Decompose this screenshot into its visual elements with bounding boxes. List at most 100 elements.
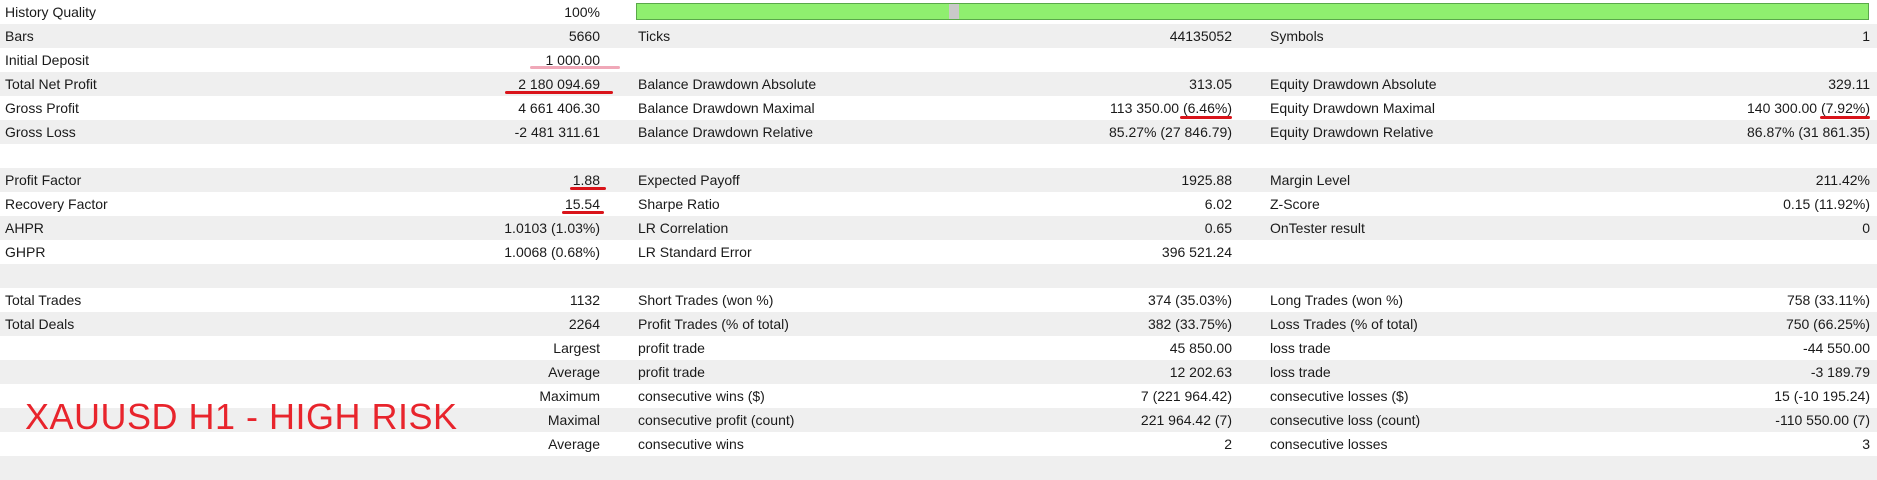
metric-value: 3 [1862,436,1870,452]
metric-value: 1132 [569,292,600,308]
metric-label: profit trade [638,364,705,380]
table-row: Recovery Factor 15.54 Sharpe Ratio 6.02 Z-Sc… [0,192,1877,216]
metric-label: Z-Score [1270,196,1320,212]
table-row [0,144,1877,168]
metric-value: 0.65 [1204,220,1232,236]
metric-label: Margin Level [1270,172,1351,188]
metric-label: Expected Payoff [638,172,740,188]
metric-label: Equity Drawdown Maximal [1270,100,1435,116]
table-row: Initial Deposit 1 000.00 [0,48,1877,72]
metric-label: Total Deals [5,316,75,332]
underline-balance-dd-maximal [1180,116,1232,119]
metric-value: 45 850.00 [1169,340,1232,356]
metric-label: Balance Drawdown Relative [638,124,814,140]
metric-value: 1925.88 [1181,172,1232,188]
metric-value: 1 [1862,28,1870,44]
metric-label: Sharpe Ratio [638,196,720,212]
table-row: GHPR 1.0068 (0.68%) LR Standard Error 396 5… [0,240,1877,264]
metric-label: LR Correlation [638,220,729,236]
metric-value: Largest [553,340,600,356]
metric-label: LR Standard Error [638,244,752,260]
history-quality-value: 100% [564,4,600,20]
metric-value: 2 [1224,436,1232,452]
metric-label: consecutive losses [1270,436,1388,452]
table-row: Total Deals 2264 Profit Trades (% of total… [0,312,1877,336]
table-row: Profit Factor 1.88 Expected Payoff 1925.88 M… [0,168,1877,192]
metric-value: 396 521.24 [1161,244,1232,260]
metric-value: 4 661 406.30 [518,100,600,116]
table-row [0,264,1877,288]
underline-equity-dd-maximal [1820,116,1870,119]
metric-label: Gross Loss [5,124,76,140]
history-quality-row: History Quality 100% [0,0,1877,24]
metric-value: Maximum [539,388,600,404]
backtest-report: History Quality 100% Bars 5660 Ticks 441350… [0,0,1877,480]
metric-value: 313.05 [1189,76,1232,92]
underline-total-net-profit [505,91,613,94]
metric-value: 2264 [568,316,600,332]
metric-label: profit trade [638,340,705,356]
metric-value: -3 189.79 [1810,364,1870,380]
metric-value: Average [548,364,600,380]
metric-value: 5660 [568,28,600,44]
metric-label: Symbols [1270,28,1324,44]
metric-label: AHPR [5,220,44,236]
metric-label: loss trade [1270,364,1331,380]
metric-value: 750 (66.25%) [1785,316,1870,332]
metric-label: Long Trades (won %) [1270,292,1404,308]
table-row: Largest profit trade 45 850.00 loss trade -4… [0,336,1877,360]
metric-value: 15 (-10 195.24) [1774,388,1870,404]
metric-label: Equity Drawdown Absolute [1270,76,1437,92]
metric-label: Recovery Factor [5,196,108,212]
metric-value: 7 (221 964.42) [1140,388,1232,404]
table-row [0,456,1877,480]
table-row: Total Net Profit 2 180 094.69 Balance Draw… [0,72,1877,96]
metric-label: Total Trades [5,292,82,308]
metric-label: Balance Drawdown Maximal [638,100,815,116]
underline-initial-deposit [530,66,620,69]
metric-value: 0 [1862,220,1870,236]
table-row: Gross Profit 4 661 406.30 Balance Drawdown… [0,96,1877,120]
metric-label: Ticks [638,28,671,44]
metric-value: 382 (33.75%) [1147,316,1232,332]
underline-recovery-factor [562,211,604,214]
metric-label: consecutive wins [638,436,744,452]
metric-label: consecutive wins ($) [638,388,765,404]
metric-label: Equity Drawdown Relative [1270,124,1434,140]
metric-label: Loss Trades (% of total) [1270,316,1418,332]
metric-label: Short Trades (won %) [638,292,774,308]
table-row: Average profit trade 12 202.63 loss trade -3… [0,360,1877,384]
metric-value: -44 550.00 [1803,340,1870,356]
metric-label: Profit Trades (% of total) [638,316,789,332]
metric-value: -110 550.00 (7) [1775,412,1870,428]
metric-label: Total Net Profit [5,76,97,92]
metric-value: 758 (33.11%) [1786,292,1870,308]
underline-profit-factor [570,187,606,190]
metric-value: 329.11 [1828,76,1870,92]
metric-value: 12 202.63 [1169,364,1232,380]
metric-value: 221 964.42 (7) [1140,412,1232,428]
metric-value: 85.27% (27 846.79) [1109,124,1232,140]
metric-label: Profit Factor [5,172,82,188]
metric-label: loss trade [1270,340,1331,356]
table-row: Bars 5660 Ticks 44135052 Symbols 1 [0,24,1877,48]
metric-label: GHPR [5,244,46,260]
metric-label: consecutive losses ($) [1270,388,1409,404]
metric-value: 86.87% (31 861.35) [1747,124,1870,140]
metric-value: 1.0068 (0.68%) [504,244,600,260]
table-row: Total Trades 1132 Short Trades (won %) 374 … [0,288,1877,312]
history-quality-label: History Quality [5,4,97,20]
table-row: AHPR 1.0103 (1.03%) LR Correlation 0.65 OnTe… [0,216,1877,240]
metric-label: consecutive profit (count) [638,412,795,428]
metric-value: 211.42% [1815,172,1870,188]
metric-value: 44135052 [1169,28,1232,44]
metric-value: -2 481 311.61 [514,124,600,140]
metric-label: OnTester result [1270,220,1365,236]
metric-label: Gross Profit [5,100,79,116]
metric-value: 6.02 [1204,196,1232,212]
metric-value: 0.15 (11.92%) [1783,196,1870,212]
history-quality-bar [636,3,1869,20]
strategy-watermark: XAUUSD H1 - HIGH RISK [25,396,458,437]
metric-value: 374 (35.03%) [1147,292,1232,308]
history-quality-bar-gap [949,4,959,19]
